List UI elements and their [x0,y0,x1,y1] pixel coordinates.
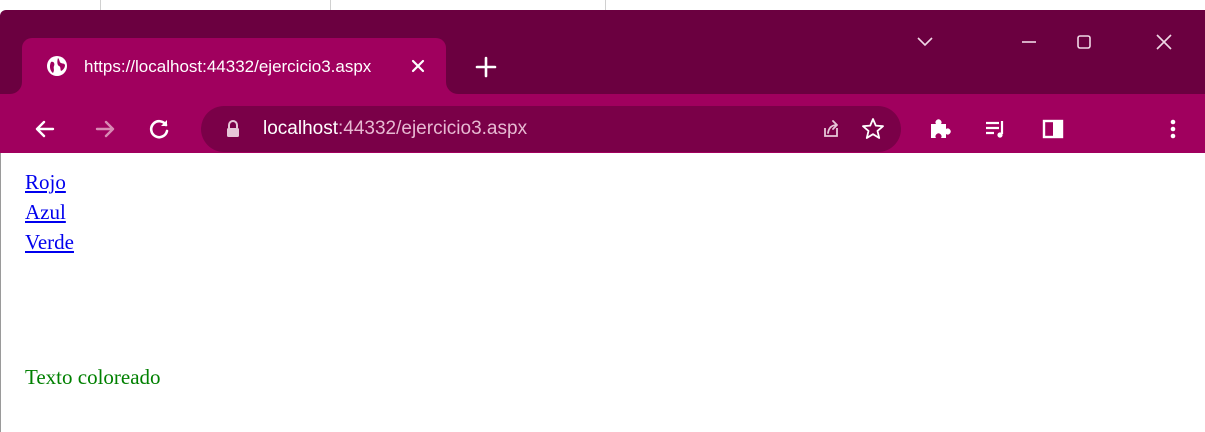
share-icon[interactable] [818,116,844,142]
tab-search-button[interactable] [913,30,937,54]
close-icon[interactable] [408,56,428,76]
page-content: Rojo Azul Verde Texto coloreado [0,153,1205,432]
link-azul[interactable]: Azul [25,197,74,227]
browser-tab[interactable]: https://localhost:44332/ejercicio3.aspx [22,38,446,94]
chevron-down-icon [917,37,933,47]
window-close-button[interactable] [1152,30,1176,54]
reload-icon[interactable] [146,116,172,142]
back-arrow-icon[interactable] [32,116,58,142]
plus-icon [475,56,497,78]
url-host: localhost [263,118,338,139]
puzzle-icon[interactable] [927,116,953,142]
divider [605,0,606,10]
tab-title: https://localhost:44332/ejercicio3.aspx [84,57,372,76]
star-icon[interactable] [860,116,886,142]
address-url: localhost:44332/ejercicio3.aspx [263,117,527,141]
link-rojo[interactable]: Rojo [25,167,74,197]
maximize-icon [1077,35,1091,49]
new-tab-button[interactable] [474,55,498,79]
colored-text-label: Texto coloreado [25,365,161,389]
lock-icon[interactable] [225,120,241,138]
desktop-strip [0,0,1205,10]
color-links: Rojo Azul Verde [25,167,74,257]
forward-arrow-icon[interactable] [92,116,118,142]
divider [100,0,101,10]
browser-frame: https://localhost:44332/ejercicio3.aspx [0,10,1205,163]
url-path: :44332/ejercicio3.aspx [338,118,528,139]
globe-icon [46,55,68,77]
link-verde[interactable]: Verde [25,227,74,257]
address-bar[interactable]: localhost:44332/ejercicio3.aspx [201,106,901,152]
reading-list-icon[interactable] [983,116,1009,142]
side-panel-icon[interactable] [1040,116,1066,142]
maximize-button[interactable] [1072,30,1096,54]
menu-dots-icon[interactable] [1160,116,1186,142]
minimize-button[interactable] [1017,30,1041,54]
divider [330,0,331,10]
minimize-icon [1022,41,1036,43]
close-icon [1156,34,1172,50]
